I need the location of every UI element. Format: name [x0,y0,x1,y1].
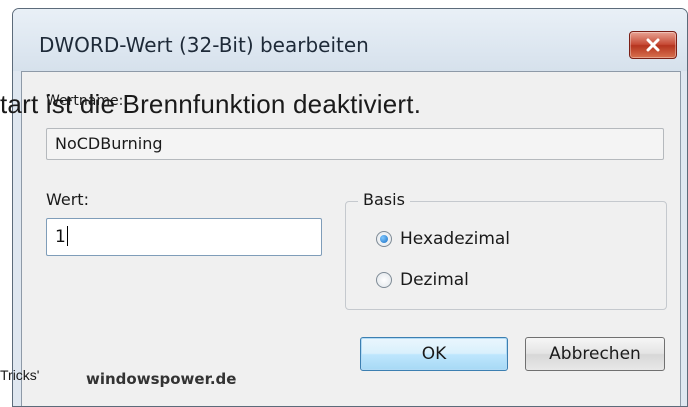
title-bar[interactable]: DWORD-Wert (32-Bit) bearbeiten [13,9,687,71]
footer-text: Tricks' [0,367,40,383]
close-icon [645,38,661,52]
dialog-title: DWORD-Wert (32-Bit) bearbeiten [39,33,369,57]
site-watermark: windowspower.de [86,370,237,388]
close-button[interactable] [629,31,677,59]
dword-edit-dialog: DWORD-Wert (32-Bit) bearbeiten Wertname:… [12,8,688,407]
text-caret [66,226,68,246]
radio-unselected-icon[interactable] [376,272,392,288]
radio-selected-icon[interactable] [376,231,392,247]
cancel-button[interactable]: Abbrechen [525,337,665,371]
base-group-label: Basis [358,190,410,209]
radio-hexadecimal[interactable]: Hexadezimal [376,229,510,249]
value-input[interactable]: 1 [46,218,322,256]
value-name-field: NoCDBurning [46,128,664,160]
value-label: Wert: [46,190,89,209]
page-headline: tart ist die Brennfunktion deaktiviert. [0,89,422,119]
value-text: 1 [55,227,66,247]
dialog-client-area: Wertname: NoCDBurning Wert: 1 Basis Hexa… [21,71,681,406]
radio-decimal-label: Dezimal [400,270,469,290]
radio-decimal[interactable]: Dezimal [376,270,469,290]
radio-hexadecimal-label: Hexadezimal [400,229,511,249]
ok-button[interactable]: OK [360,337,508,371]
base-groupbox: Basis Hexadezimal Dezimal [345,190,667,310]
